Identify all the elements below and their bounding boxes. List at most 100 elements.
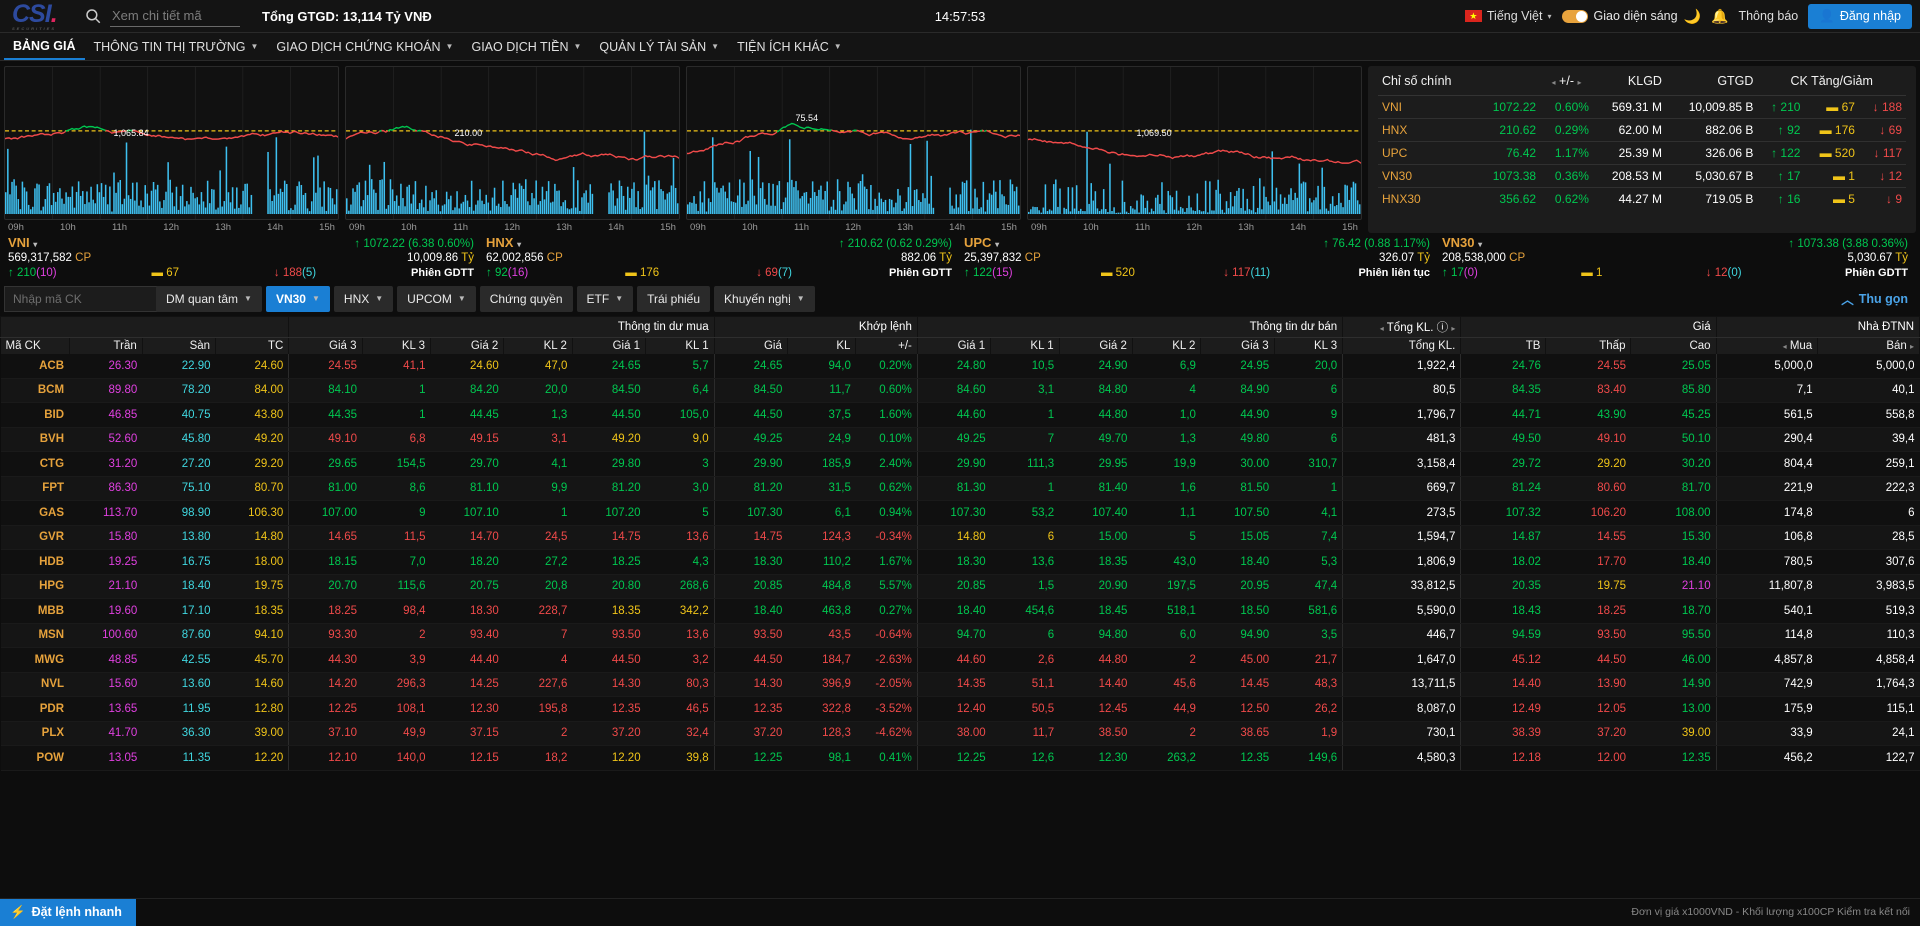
table-row[interactable]: CTG 31.2027.2029.2029.65154,529.704,129.… bbox=[1, 452, 1920, 477]
row-symbol[interactable]: HPG bbox=[1, 574, 70, 599]
filter-button-dm-quan-tâm[interactable]: DM quan tâm ▼ bbox=[156, 286, 262, 312]
nav-item-4[interactable]: QUẢN LÝ TÀI SẢN ▼ bbox=[590, 33, 728, 60]
index-table-row[interactable]: HNX 210.62 0.29% 62.00 M 882.06 B ↑ 92 ▬… bbox=[1378, 119, 1906, 142]
row-symbol[interactable]: MBB bbox=[1, 599, 70, 624]
filter-button-etf[interactable]: ETF ▼ bbox=[577, 286, 634, 312]
row-symbol[interactable]: PDR bbox=[1, 697, 70, 722]
row-symbol[interactable]: NVL bbox=[1, 672, 70, 697]
price-col-giá-2-15[interactable]: Giá 2 bbox=[1059, 337, 1132, 354]
filter-button-chứng-quyền[interactable]: Chứng quyền bbox=[480, 286, 573, 312]
table-row[interactable]: POW 13.0511.3512.2012.10140,012.1518,212… bbox=[1, 746, 1920, 771]
language-selector[interactable]: ★ Tiếng Việt ▾ bbox=[1465, 9, 1552, 23]
row-symbol[interactable]: GAS bbox=[1, 501, 70, 526]
table-row[interactable]: PLX 41.7036.3039.0037.1049,937.15237.203… bbox=[1, 721, 1920, 746]
index-th-change[interactable]: ◂ +/- ▸ bbox=[1540, 66, 1593, 96]
price-col-kl-1-9[interactable]: KL 1 bbox=[646, 337, 715, 354]
price-col-tb-20[interactable]: TB bbox=[1461, 337, 1546, 354]
table-row[interactable]: FPT 86.3075.1080.7081.008,681.109,981.20… bbox=[1, 476, 1920, 501]
index-block-name[interactable]: VNI ▾ bbox=[8, 235, 37, 251]
index-block-name[interactable]: VN30 ▾ bbox=[1442, 235, 1482, 251]
price-col-tổng-kl.-19[interactable]: Tổng KL. bbox=[1343, 337, 1461, 354]
row-symbol[interactable]: POW bbox=[1, 746, 70, 771]
table-row[interactable]: GVR 15.8013.8014.8014.6511,514.7024,514.… bbox=[1, 525, 1920, 550]
table-row[interactable]: MWG 48.8542.5545.7044.303,944.40444.503,… bbox=[1, 648, 1920, 673]
row-symbol[interactable]: FPT bbox=[1, 476, 70, 501]
index-table-row[interactable]: HNX30 356.62 0.62% 44.27 M 719.05 B ↑ 16… bbox=[1378, 188, 1906, 211]
symbol-input[interactable] bbox=[4, 286, 176, 312]
row-symbol[interactable]: ACB bbox=[1, 354, 70, 379]
filter-button-vn30[interactable]: VN30 ▼ bbox=[266, 286, 330, 312]
quick-order-button[interactable]: ⚡ Đặt lệnh nhanh bbox=[0, 899, 136, 926]
row-symbol[interactable]: BCM bbox=[1, 378, 70, 403]
index-chart-HNX[interactable]: 210.00 09h10h11h12h13h14h15h bbox=[345, 66, 680, 233]
index-table-row[interactable]: UPC 76.42 1.17% 25.39 M 326.06 B ↑ 122 ▬… bbox=[1378, 142, 1906, 165]
index-chart-UPC[interactable]: 75.54 09h10h11h12h13h14h15h bbox=[686, 66, 1021, 233]
price-col-giá-10[interactable]: Giá bbox=[714, 337, 787, 354]
row-symbol[interactable]: HDB bbox=[1, 550, 70, 575]
row-symbol[interactable]: GVR bbox=[1, 525, 70, 550]
index-chart-VNI[interactable]: 1,065.84 09h10h11h12h13h14h15h bbox=[4, 66, 339, 233]
table-row[interactable]: NVL 15.6013.6014.6014.20296,314.25227,61… bbox=[1, 672, 1920, 697]
table-row[interactable]: HPG 21.1018.4019.7520.70115,620.7520,820… bbox=[1, 574, 1920, 599]
nav-item-0[interactable]: BẢNG GIÁ bbox=[4, 33, 85, 60]
chart-canvas-UPC[interactable]: 75.54 bbox=[686, 66, 1021, 220]
table-row[interactable]: ACB 26.3022.9024.6024.5541,124.6047,024.… bbox=[1, 354, 1920, 379]
price-col-mã-ck-0[interactable]: Mã CK bbox=[1, 337, 70, 354]
row-symbol[interactable]: BID bbox=[1, 403, 70, 428]
price-col-kl-2-16[interactable]: KL 2 bbox=[1132, 337, 1201, 354]
price-col-giá-3-17[interactable]: Giá 3 bbox=[1201, 337, 1274, 354]
nav-item-1[interactable]: THÔNG TIN THỊ TRƯỜNG ▼ bbox=[85, 33, 268, 60]
filter-button-trái-phiếu[interactable]: Trái phiếu bbox=[637, 286, 710, 312]
price-col-kl-3-18[interactable]: KL 3 bbox=[1274, 337, 1343, 354]
chart-canvas-VNI[interactable]: 1,065.84 bbox=[4, 66, 339, 220]
price-col-giá-1-13[interactable]: Giá 1 bbox=[917, 337, 990, 354]
nav-item-5[interactable]: TIỆN ÍCH KHÁC ▼ bbox=[728, 33, 851, 60]
index-chart-VN30[interactable]: 1,069.50 09h10h11h12h13h14h15h bbox=[1027, 66, 1362, 233]
theme-toggle[interactable]: Giao diện sáng 🌙 bbox=[1562, 8, 1702, 25]
price-col-kl-3-5[interactable]: KL 3 bbox=[362, 337, 431, 354]
index-table-row[interactable]: VN30 1073.38 0.36% 208.53 M 5,030.67 B ↑… bbox=[1378, 165, 1906, 188]
table-row[interactable]: HDB 19.2516.7518.0018.157,018.2027,218.2… bbox=[1, 550, 1920, 575]
price-col-kl-1-14[interactable]: KL 1 bbox=[991, 337, 1060, 354]
table-row[interactable]: BCM 89.8078.2084.0084.10184.2020,084.506… bbox=[1, 378, 1920, 403]
login-button[interactable]: 👤 Đăng nhập bbox=[1808, 4, 1912, 29]
table-row[interactable]: BVH 52.6045.8049.2049.106,849.153,149.20… bbox=[1, 427, 1920, 452]
table-row[interactable]: MSN 100.6087.6094.1093.30293.40793.5013,… bbox=[1, 623, 1920, 648]
price-col-kl-11[interactable]: KL bbox=[787, 337, 856, 354]
price-col-cao-22[interactable]: Cao bbox=[1631, 337, 1716, 354]
theme-switch[interactable] bbox=[1562, 10, 1588, 23]
price-col-tc-3[interactable]: TC bbox=[216, 337, 289, 354]
price-col-trần-1[interactable]: Trần bbox=[69, 337, 142, 354]
price-col-+/--12[interactable]: +/- bbox=[856, 337, 917, 354]
price-col-thấp-21[interactable]: Thấp bbox=[1546, 337, 1631, 354]
table-row[interactable]: PDR 13.6511.9512.8012.25108,112.30195,81… bbox=[1, 697, 1920, 722]
price-col-giá-1-8[interactable]: Giá 1 bbox=[572, 337, 645, 354]
filter-button-hnx[interactable]: HNX ▼ bbox=[334, 286, 393, 312]
row-symbol[interactable]: PLX bbox=[1, 721, 70, 746]
filter-button-khuyến-nghị[interactable]: Khuyến nghị ▼ bbox=[714, 286, 815, 312]
notification-label[interactable]: Thông báo bbox=[1738, 9, 1798, 23]
bell-icon[interactable]: 🔔 bbox=[1711, 8, 1728, 25]
row-symbol[interactable]: CTG bbox=[1, 452, 70, 477]
nav-item-3[interactable]: GIAO DỊCH TIỀN ▼ bbox=[462, 33, 590, 60]
price-col-giá-2-6[interactable]: Giá 2 bbox=[431, 337, 504, 354]
row-symbol[interactable]: MWG bbox=[1, 648, 70, 673]
table-row[interactable]: GAS 113.7098.90106.30107.009107.101107.2… bbox=[1, 501, 1920, 526]
row-symbol[interactable]: BVH bbox=[1, 427, 70, 452]
search-input[interactable] bbox=[110, 6, 240, 27]
table-row[interactable]: BID 46.8540.7543.8044.35144.451,344.5010… bbox=[1, 403, 1920, 428]
table-row[interactable]: MBB 19.6017.1018.3518.2598,418.30228,718… bbox=[1, 599, 1920, 624]
price-col-giá-3-4[interactable]: Giá 3 bbox=[289, 337, 362, 354]
app-logo[interactable]: CSI. SECURITIES bbox=[12, 2, 74, 31]
price-col-mua-23[interactable]: ◂ Mua bbox=[1716, 337, 1818, 354]
filter-button-upcom[interactable]: UPCOM ▼ bbox=[397, 286, 476, 312]
index-block-name[interactable]: HNX ▾ bbox=[486, 235, 521, 251]
price-col-kl-2-7[interactable]: KL 2 bbox=[504, 337, 573, 354]
price-col-bán-24[interactable]: Bán ▸ bbox=[1818, 337, 1920, 354]
nav-item-2[interactable]: GIAO DỊCH CHỨNG KHOÁN ▼ bbox=[267, 33, 462, 60]
row-symbol[interactable]: MSN bbox=[1, 623, 70, 648]
collapse-button[interactable]: ︿ Thu gọn bbox=[1841, 286, 1916, 312]
chart-canvas-VN30[interactable]: 1,069.50 bbox=[1027, 66, 1362, 220]
price-col-sàn-2[interactable]: Sàn bbox=[142, 337, 215, 354]
index-table-row[interactable]: VNI 1072.22 0.60% 569.31 M 10,009.85 B ↑… bbox=[1378, 96, 1906, 119]
